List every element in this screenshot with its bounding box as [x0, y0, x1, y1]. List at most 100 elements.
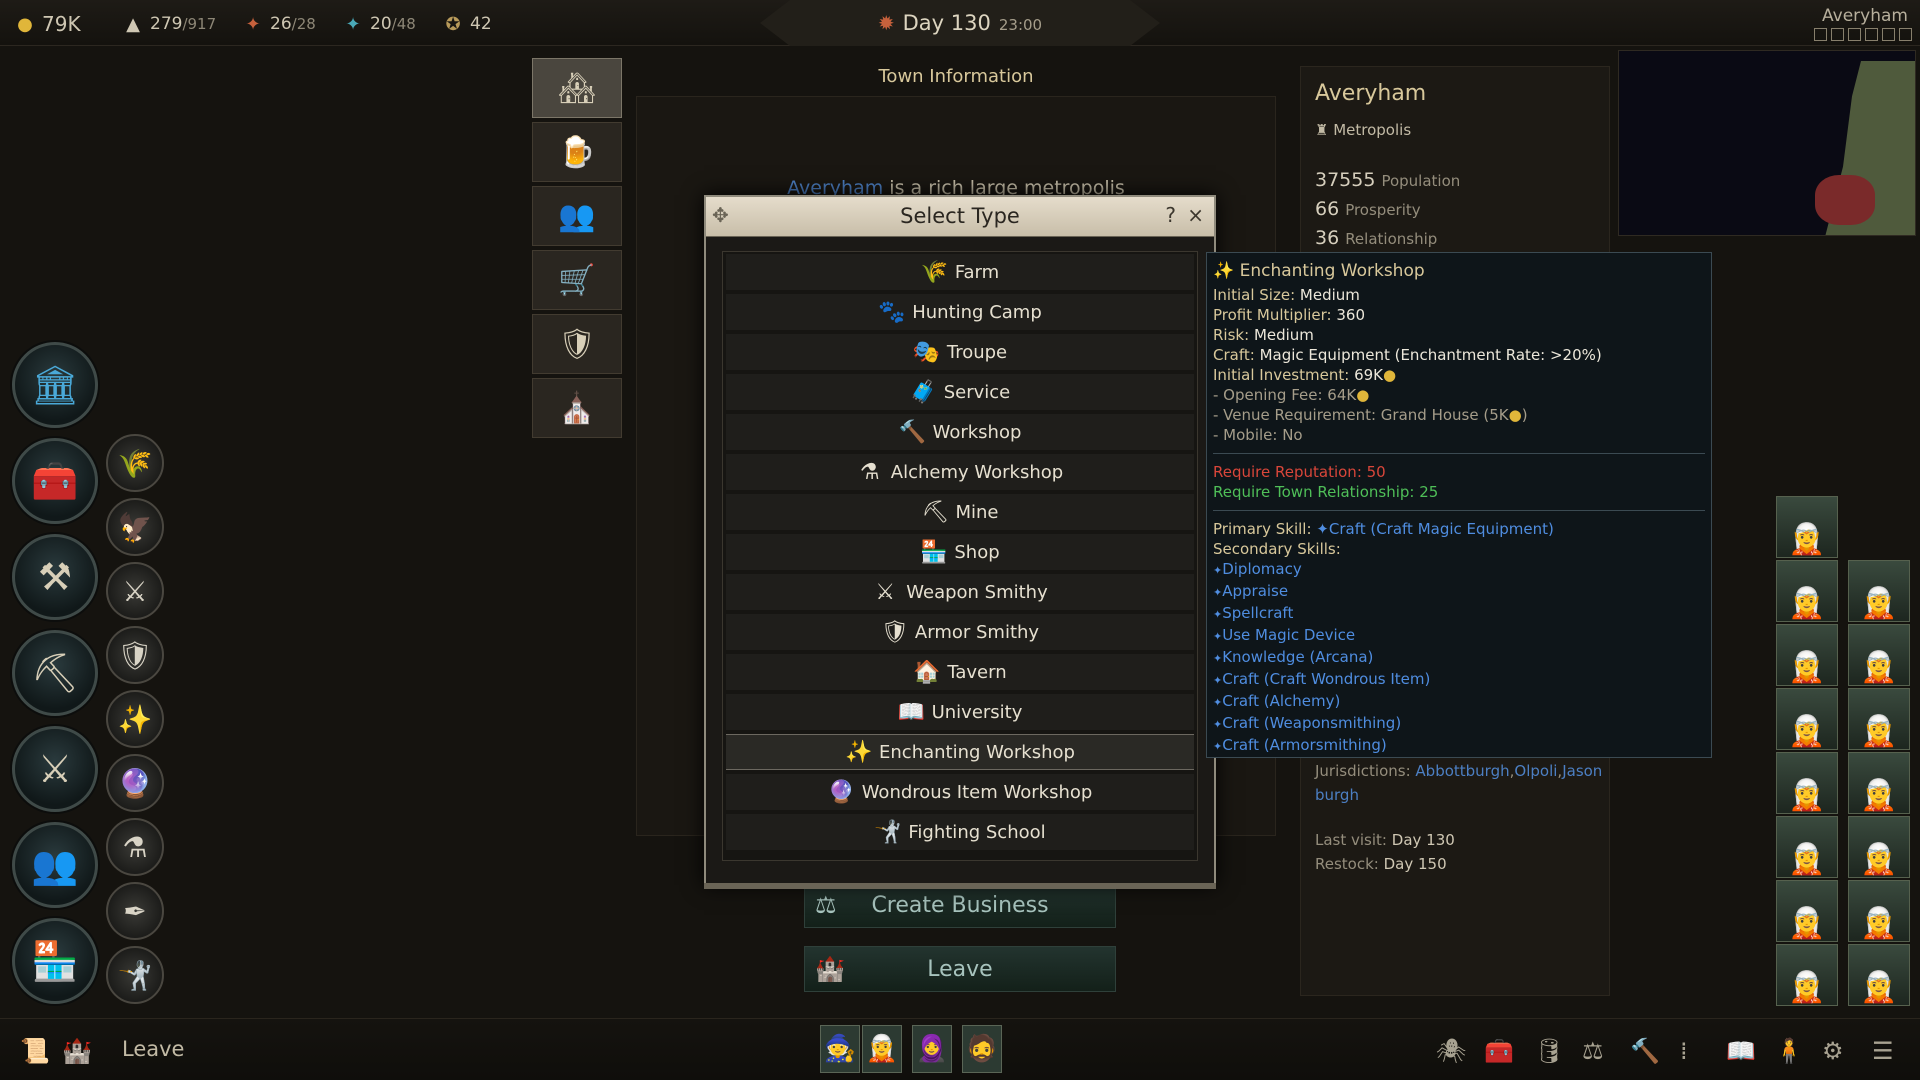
minimap[interactable]	[1618, 50, 1916, 236]
secondary-skill-link[interactable]: Diplomacy	[1222, 560, 1302, 578]
party-portrait[interactable]: 🧝	[1776, 944, 1838, 1006]
map-frame-icon[interactable]	[1848, 28, 1861, 41]
enchant-skill-button[interactable]: ✨	[106, 690, 164, 748]
day-display[interactable]: ✹ Day 130 23:00	[760, 0, 1160, 46]
jurisdiction-link[interactable]: Jason	[1562, 762, 1602, 780]
chest-icon[interactable]: 🧰	[1484, 1037, 1514, 1065]
farm-skill-button[interactable]: 🌾	[106, 434, 164, 492]
grid-icon[interactable]: ⁞	[1680, 1037, 1688, 1065]
guild-button[interactable]: 🏛	[12, 342, 98, 428]
fighting-skill-button[interactable]: 🤺	[106, 946, 164, 1004]
business-type-item[interactable]: 🧳 Service	[726, 374, 1194, 410]
business-type-item[interactable]: ⛏ Mine	[726, 494, 1194, 530]
business-type-item[interactable]: 🔮 Wondrous Item Workshop	[726, 774, 1194, 810]
jurisdiction-link[interactable]: Olpoli	[1514, 762, 1557, 780]
party-portrait[interactable]: 🧝	[1848, 880, 1910, 942]
help-button[interactable]: ?	[1165, 203, 1176, 227]
party-member-slot[interactable]: 🧕	[912, 1025, 952, 1073]
party-portrait[interactable]: 🧝	[1776, 624, 1838, 686]
market-button[interactable]: 🏪	[12, 918, 98, 1004]
party-counter[interactable]: ▲ 279/917	[120, 12, 216, 36]
spider-icon[interactable]: 🕷	[1436, 1037, 1466, 1065]
business-type-item[interactable]: 🎭 Troupe	[726, 334, 1194, 370]
business-type-item[interactable]: 🔨 Workshop	[726, 414, 1194, 450]
business-type-item[interactable]: 🤺 Fighting School	[726, 814, 1194, 850]
business-type-item[interactable]: 🛡 Armor Smithy	[726, 614, 1194, 650]
business-type-item[interactable]: 📖 University	[726, 694, 1194, 730]
tab-smith[interactable]: 🛡	[532, 314, 622, 374]
menu-icon[interactable]: ☰	[1872, 1037, 1894, 1065]
business-type-item[interactable]: 🐾 Hunting Camp	[726, 294, 1194, 330]
weapon-skill-button[interactable]: ⚔	[106, 562, 164, 620]
tab-town-info[interactable]: 🏘	[532, 58, 622, 118]
leave-button[interactable]: 🏰 Leave	[804, 946, 1116, 992]
party-portrait[interactable]: 🧝	[1776, 880, 1838, 942]
army-button[interactable]: 👥	[12, 822, 98, 908]
party-member-slot[interactable]: 🧝	[862, 1025, 902, 1073]
investment-label: Initial Investment:	[1213, 366, 1350, 384]
inventory-button[interactable]: 🧰	[12, 438, 98, 524]
secondary-skill-link[interactable]: Craft (Weaponsmithing)	[1222, 714, 1401, 732]
close-button[interactable]: ×	[1187, 203, 1204, 227]
party-portrait[interactable]: 🧝	[1848, 816, 1910, 878]
zoom-out-icon[interactable]	[1882, 28, 1895, 41]
party-portrait[interactable]: 🧝	[1848, 624, 1910, 686]
gathering-button[interactable]: ⛏	[12, 630, 98, 716]
business-type-item[interactable]: ⚗ Alchemy Workshop	[726, 454, 1194, 490]
barrel-icon[interactable]: 🛢	[1534, 1037, 1564, 1065]
business-type-item[interactable]: 🏠 Tavern	[726, 654, 1194, 690]
party-portrait[interactable]: 🧝	[1776, 560, 1838, 622]
character-icon[interactable]: 🧍	[1774, 1037, 1804, 1065]
party-portrait[interactable]: 🧝	[1776, 752, 1838, 814]
tab-tavern[interactable]: 🍺	[532, 122, 622, 182]
party-portrait[interactable]: 🧝	[1848, 560, 1910, 622]
morale-counter[interactable]: ✦ 20/48	[340, 12, 415, 36]
business-type-item[interactable]: 🏪 Shop	[726, 534, 1194, 570]
business-type-item[interactable]: 🌾 Farm	[726, 254, 1194, 290]
business-type-item[interactable]: ✨ Enchanting Workshop	[726, 734, 1194, 770]
secondary-skill-link[interactable]: Craft (Craft Wondrous Item)	[1222, 670, 1430, 688]
party-member-slot[interactable]: 🧙	[820, 1025, 860, 1073]
party-portrait[interactable]: 🧝	[1776, 688, 1838, 750]
secondary-skill-link[interactable]: Spellcraft	[1222, 604, 1293, 622]
scales-icon[interactable]: ⚖	[1582, 1037, 1604, 1065]
zoom-in-icon[interactable]	[1865, 28, 1878, 41]
secondary-skill-link[interactable]: Craft (Alchemy)	[1222, 692, 1340, 710]
primary-skill-link[interactable]: Craft (Craft Magic Equipment)	[1329, 520, 1554, 538]
crafting-button[interactable]: ⚒	[12, 534, 98, 620]
map-expand-icon[interactable]	[1899, 28, 1912, 41]
tab-caravan[interactable]: 🛒	[532, 250, 622, 310]
tab-church[interactable]: ⛪	[532, 378, 622, 438]
business-type-item[interactable]: ⚔ Weapon Smithy	[726, 574, 1194, 610]
secondary-skill-link[interactable]: Appraise	[1222, 582, 1288, 600]
gear-icon[interactable]: ⚙	[1822, 1037, 1844, 1065]
bottom-leave-button[interactable]: Leave	[122, 1037, 184, 1061]
map-filter-icon[interactable]	[1814, 28, 1827, 41]
party-portrait[interactable]: 🧝	[1848, 752, 1910, 814]
scroll-skill-button[interactable]: ✒	[106, 882, 164, 940]
journal-icon[interactable]: 📜	[20, 1037, 50, 1065]
party-member-slot[interactable]: 🧔	[962, 1025, 1002, 1073]
hunting-skill-button[interactable]: 🦅	[106, 498, 164, 556]
party-portrait[interactable]: 🧝	[1848, 944, 1910, 1006]
gold-counter[interactable]: ● 79K	[12, 12, 80, 36]
hammer-icon[interactable]: 🔨	[1630, 1037, 1660, 1065]
party-portrait[interactable]: 🧝	[1776, 496, 1838, 558]
food-counter[interactable]: ✦ 26/28	[240, 12, 315, 36]
battle-button[interactable]: ⚔	[12, 726, 98, 812]
secondary-skill-link[interactable]: Use Magic Device	[1222, 626, 1355, 644]
jurisdiction-link[interactable]: Abbottburgh	[1415, 762, 1509, 780]
party-portrait[interactable]: 🧝	[1848, 688, 1910, 750]
jurisdiction-link[interactable]: burgh	[1315, 786, 1359, 804]
party-portrait[interactable]: 🧝	[1776, 816, 1838, 878]
armor-skill-button[interactable]: 🛡	[106, 626, 164, 684]
secondary-skill-link[interactable]: Knowledge (Arcana)	[1222, 648, 1373, 666]
book-icon[interactable]: 📖	[1726, 1037, 1756, 1065]
alchemy-skill-button[interactable]: ⚗	[106, 818, 164, 876]
tab-people[interactable]: 👥	[532, 186, 622, 246]
secondary-skill-link[interactable]: Craft (Armorsmithing)	[1222, 736, 1387, 754]
reputation-counter[interactable]: ✪ 42	[440, 12, 491, 36]
map-town-icon[interactable]	[1831, 28, 1844, 41]
wondrous-skill-button[interactable]: 🔮	[106, 754, 164, 812]
castle-icon[interactable]: 🏰	[62, 1037, 92, 1065]
